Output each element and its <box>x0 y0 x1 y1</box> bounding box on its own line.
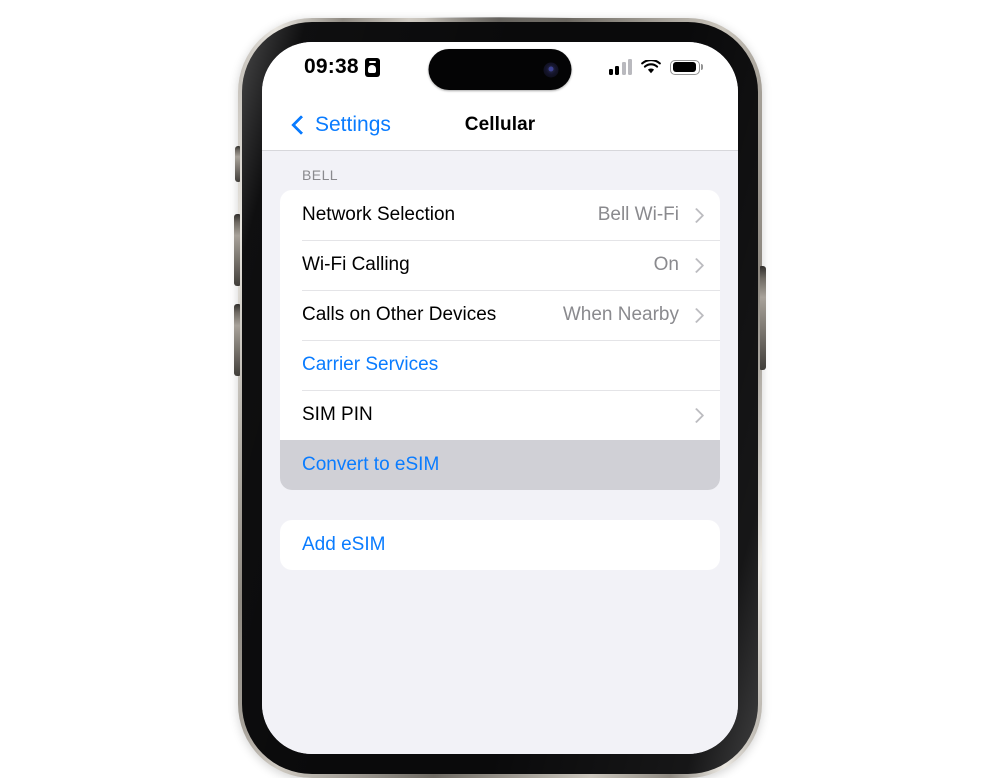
row-value: When Nearby <box>562 304 679 325</box>
status-time-group: 09:38 <box>304 55 380 79</box>
volume-down-button[interactable] <box>234 304 240 376</box>
row-network-selection[interactable]: Network Selection Bell Wi-Fi <box>280 190 720 240</box>
battery-tip <box>700 64 703 70</box>
power-side-button[interactable] <box>760 266 766 370</box>
back-button[interactable]: Settings <box>291 113 391 137</box>
front-camera-icon <box>543 62 559 77</box>
carrier-settings-card: Network Selection Bell Wi-Fi Wi-Fi Calli… <box>280 190 720 490</box>
chevron-right-icon <box>688 407 705 423</box>
device-screen: 09:38 Settings Cellular BELL Network Sel… <box>262 42 738 754</box>
dynamic-island <box>428 49 572 90</box>
id-badge-icon <box>364 57 380 77</box>
row-convert-to-esim[interactable]: Convert to eSIM <box>280 440 720 490</box>
row-label: Convert to eSIM <box>302 454 440 475</box>
chevron-left-icon <box>291 115 311 135</box>
row-label: Add eSIM <box>302 534 386 555</box>
settings-content: BELL Network Selection Bell Wi-Fi Wi-Fi … <box>262 151 738 754</box>
iphone-device-mockup: 09:38 Settings Cellular BELL Network Sel… <box>234 17 766 778</box>
row-wifi-calling[interactable]: Wi-Fi Calling On <box>280 240 720 290</box>
row-label: Network Selection <box>302 204 456 225</box>
row-label: SIM PIN <box>302 404 373 425</box>
battery-icon <box>670 59 703 75</box>
row-sim-pin[interactable]: SIM PIN <box>280 390 720 440</box>
battery-fill <box>672 62 696 72</box>
section-header-carrier: BELL <box>302 167 339 183</box>
back-button-label: Settings <box>315 113 391 136</box>
chevron-right-icon <box>688 207 705 223</box>
wifi-icon <box>641 59 661 73</box>
row-value: On <box>653 254 679 275</box>
navigation-bar: Settings Cellular <box>262 100 738 151</box>
row-value: Bell Wi-Fi <box>597 204 679 225</box>
row-label: Calls on Other Devices <box>302 304 497 325</box>
row-add-esim[interactable]: Add eSIM <box>280 520 720 570</box>
esim-card: Add eSIM <box>280 520 720 570</box>
status-icons-group <box>608 59 703 75</box>
cellular-signal-icon <box>608 59 632 75</box>
clock-label: 09:38 <box>304 55 359 78</box>
row-label: Wi-Fi Calling <box>302 254 410 275</box>
chevron-right-icon <box>688 307 705 323</box>
chevron-right-icon <box>688 257 705 273</box>
row-carrier-services[interactable]: Carrier Services <box>280 340 720 390</box>
status-bar: 09:38 <box>262 42 738 100</box>
mute-switch-button[interactable] <box>235 146 240 182</box>
row-calls-on-other-devices[interactable]: Calls on Other Devices When Nearby <box>280 290 720 340</box>
volume-up-button[interactable] <box>234 214 240 286</box>
row-label: Carrier Services <box>302 354 439 375</box>
